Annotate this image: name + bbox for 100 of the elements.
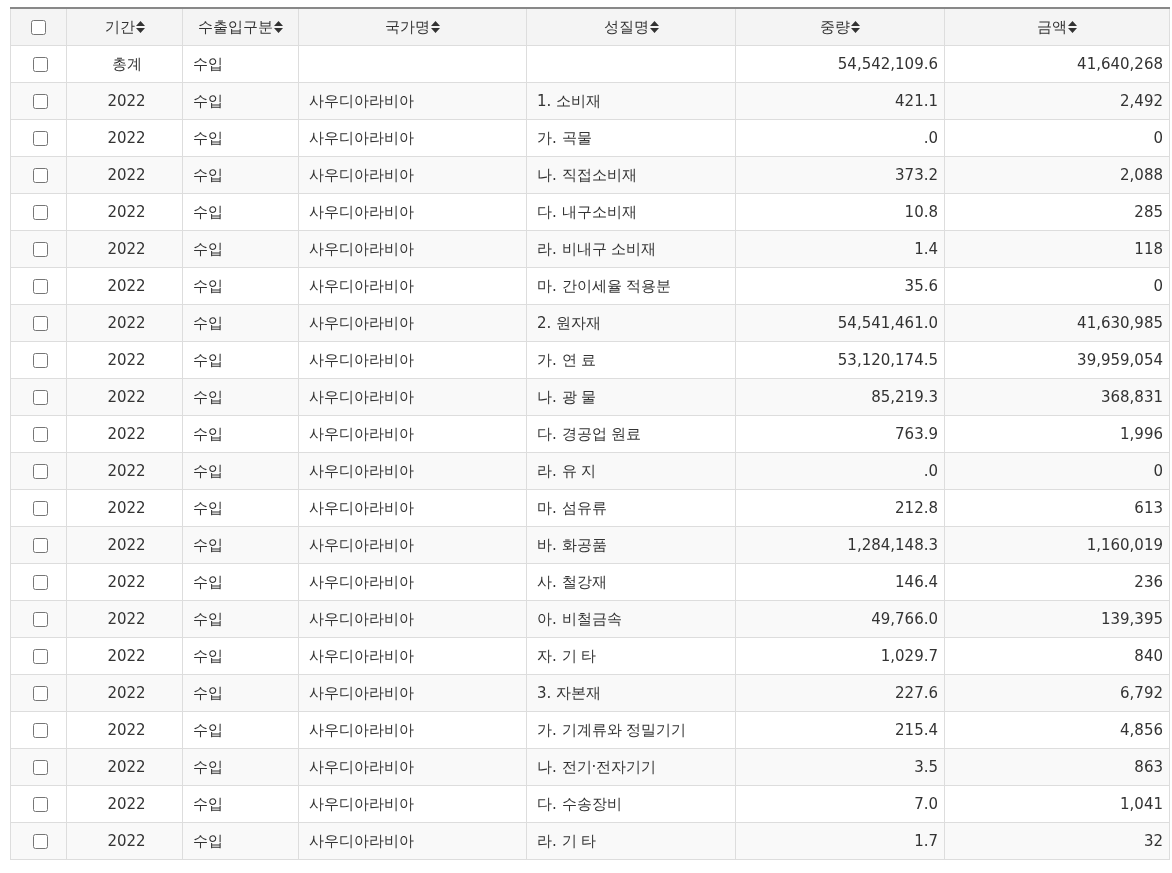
table-cell: 사우디아라비아 xyxy=(309,683,414,702)
table-cell: 285 xyxy=(1134,203,1163,221)
column-header[interactable]: 국가명 xyxy=(385,17,430,37)
table-cell: 수입 xyxy=(193,276,223,295)
table-cell: 수입 xyxy=(193,202,223,221)
table-cell: 1,284,148.3 xyxy=(847,536,938,554)
row-checkbox[interactable] xyxy=(33,538,48,553)
table-cell: 수입 xyxy=(193,609,223,628)
table-cell: 0 xyxy=(1153,277,1163,295)
column-header[interactable]: 성질명 xyxy=(603,17,649,37)
row-checkbox[interactable] xyxy=(33,242,48,257)
table-cell: 가. 연 료 xyxy=(537,350,597,369)
table-cell: 2022 xyxy=(107,647,146,665)
row-checkbox[interactable] xyxy=(33,390,48,405)
table-cell: 2022 xyxy=(107,721,146,739)
row-checkbox[interactable] xyxy=(33,649,48,664)
table-cell: 373.2 xyxy=(895,166,938,184)
table-cell: 사우디아라비아 xyxy=(309,424,414,443)
table-cell: 1,029.7 xyxy=(880,647,938,665)
row-checkbox[interactable] xyxy=(33,760,48,775)
table-cell: 146.4 xyxy=(895,573,938,591)
row-checkbox[interactable] xyxy=(33,501,48,516)
table-cell: 2022 xyxy=(107,351,146,369)
column-header[interactable]: 기간 xyxy=(104,17,135,37)
row-checkbox[interactable] xyxy=(33,834,48,849)
table-cell: 2022 xyxy=(107,832,146,850)
sort-icon[interactable] xyxy=(1068,21,1077,33)
table-cell: 사우디아라비아 xyxy=(309,498,414,517)
table-cell: 나. 직접소비재 xyxy=(537,165,637,184)
table-cell: .0 xyxy=(923,129,938,147)
column-header[interactable]: 금액 xyxy=(1037,17,1067,37)
row-checkbox[interactable] xyxy=(33,94,48,109)
table-cell: 236 xyxy=(1134,573,1163,591)
table-cell: 118 xyxy=(1134,240,1163,258)
row-checkbox[interactable] xyxy=(33,205,48,220)
table-cell: 바. 화공품 xyxy=(537,535,607,554)
table-cell: 수입 xyxy=(193,91,223,110)
table-cell: 수입 xyxy=(193,720,223,739)
table-cell: 라. 유 지 xyxy=(537,461,597,480)
table-cell: 2022 xyxy=(107,536,146,554)
table-cell: 2022 xyxy=(107,388,146,406)
row-checkbox[interactable] xyxy=(33,575,48,590)
row-checkbox[interactable] xyxy=(33,353,48,368)
table-cell: 1. 소비재 xyxy=(537,91,602,110)
table-cell: 사우디아라비아 xyxy=(309,202,414,221)
table-cell: 수입 xyxy=(193,498,223,517)
table-cell: 41,630,985 xyxy=(1077,314,1163,332)
table-cell: 사우디아라비아 xyxy=(309,609,414,628)
row-checkbox[interactable] xyxy=(33,279,48,294)
table-cell: 2022 xyxy=(107,462,146,480)
table-cell: 368,831 xyxy=(1100,388,1163,406)
table-cell: 613 xyxy=(1134,499,1163,517)
table-cell: 사우디아라비아 xyxy=(309,128,414,147)
sort-icon[interactable] xyxy=(431,21,440,33)
table-cell: 1,996 xyxy=(1120,425,1163,443)
sort-icon[interactable] xyxy=(135,21,145,33)
row-checkbox[interactable] xyxy=(33,57,48,72)
row-checkbox[interactable] xyxy=(33,168,48,183)
column-header[interactable]: 중량 xyxy=(820,17,850,37)
table-cell: 7.0 xyxy=(914,795,938,813)
table-cell: 사우디아라비아 xyxy=(309,91,414,110)
table-cell: 사우디아라비아 xyxy=(309,794,414,813)
table-cell: 사우디아라비아 xyxy=(309,350,414,369)
row-checkbox[interactable] xyxy=(33,686,48,701)
table-cell: 수입 xyxy=(193,165,223,184)
table-cell: 가. 기계류와 정밀기기 xyxy=(537,720,687,739)
row-checkbox[interactable] xyxy=(33,723,48,738)
table-cell: 54,541,461.0 xyxy=(837,314,938,332)
row-checkbox[interactable] xyxy=(33,427,48,442)
table-cell: 1,160,019 xyxy=(1086,536,1163,554)
table-cell: 1.4 xyxy=(914,240,938,258)
table-cell: 수입 xyxy=(193,387,223,406)
row-checkbox[interactable] xyxy=(33,797,48,812)
table-cell: 0 xyxy=(1153,129,1163,147)
table-cell: 2022 xyxy=(107,610,146,628)
table-cell: 수입 xyxy=(193,54,223,73)
table-cell: 41,640,268 xyxy=(1077,55,1163,73)
table-cell: 0 xyxy=(1153,462,1163,480)
table-cell: 2022 xyxy=(107,758,146,776)
table-cell: 2022 xyxy=(107,240,146,258)
row-checkbox[interactable] xyxy=(33,316,48,331)
sort-icon[interactable] xyxy=(274,21,283,33)
sort-icon[interactable] xyxy=(851,21,860,33)
table-cell: 수입 xyxy=(193,794,223,813)
table-cell: 수입 xyxy=(193,646,223,665)
table-cell: 863 xyxy=(1134,758,1163,776)
table-cell: 수입 xyxy=(193,535,223,554)
table-cell: 2022 xyxy=(107,203,146,221)
table-cell: 나. 전기·전자기기 xyxy=(537,757,657,776)
table-cell: 사우디아라비아 xyxy=(309,239,414,258)
sort-icon[interactable] xyxy=(649,21,659,33)
table-cell: 사우디아라비아 xyxy=(309,165,414,184)
row-checkbox[interactable] xyxy=(33,464,48,479)
table-cell: 사우디아라비아 xyxy=(309,720,414,739)
row-checkbox[interactable] xyxy=(33,612,48,627)
row-checkbox[interactable] xyxy=(33,131,48,146)
table-cell: 3.5 xyxy=(914,758,938,776)
select-all-checkbox[interactable] xyxy=(31,20,46,35)
table-cell: 사우디아라비아 xyxy=(309,572,414,591)
table-cell: 수입 xyxy=(193,757,223,776)
